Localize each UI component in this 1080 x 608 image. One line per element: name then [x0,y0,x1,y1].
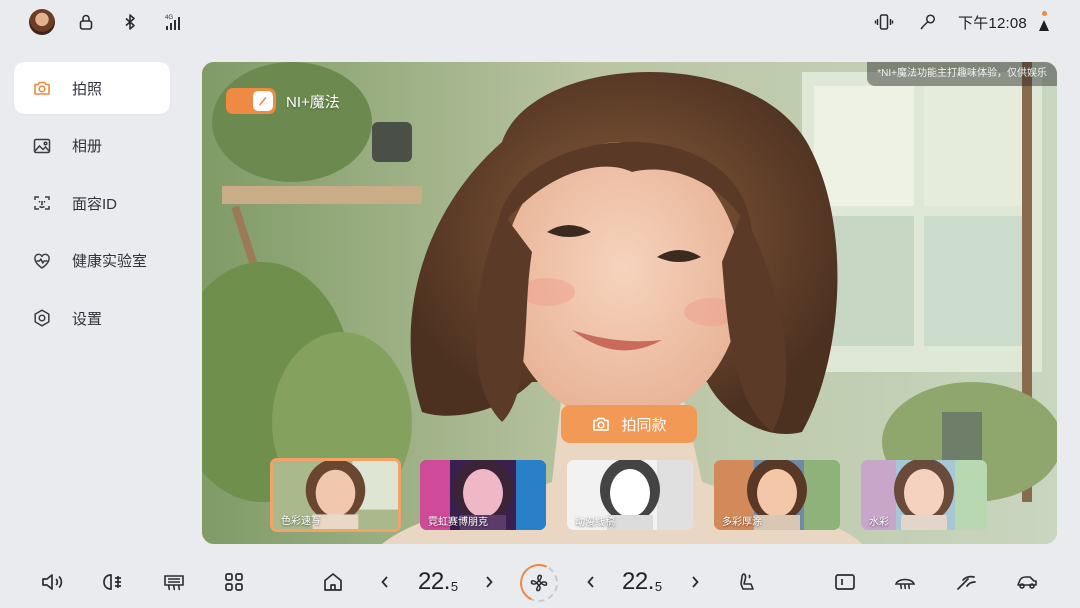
car-mode-icon[interactable] [1015,570,1039,594]
bottom-dock: 22.5 22.5 [0,556,1080,608]
microphone-off-icon[interactable] [918,12,938,32]
sidebar-item-settings[interactable]: 设置 [14,292,170,344]
navigation-arrow-icon [1038,11,1050,33]
style-label: 水彩 [869,517,889,528]
wiper-icon[interactable] [954,570,978,594]
style-thumbnail-colorful-impasto[interactable]: 多彩厚涂 [714,460,840,530]
style-thumbnail-neon-cyberpunk[interactable]: 霓虹赛博朋克 [420,460,546,530]
sidebar-item-health-lab[interactable]: 健康实验室 [14,235,170,287]
sidebar-item-label: 设置 [72,310,103,328]
style-thumbnail-anime-lineart[interactable]: 动漫线稿 [567,460,693,530]
ni-magic-label: NI+魔法 [286,93,340,111]
sidebar-item-label: 健康实验室 [72,253,148,270]
style-label: 多彩厚涂 [722,517,762,528]
style-label: 霓虹赛博朋克 [428,517,488,528]
heart-rate-icon [32,251,52,271]
camera-icon [593,417,610,431]
disclaimer-badge: *NI+魔法功能主打趣味体验，仅供娱乐 [867,62,1057,86]
avatar[interactable] [29,9,55,35]
take-same-style-label: 拍同款 [621,416,667,434]
style-thumbnail-watercolor[interactable]: 水彩 [861,460,987,530]
left-temp-decrease-button[interactable] [379,572,391,592]
signal-4g-icon: 4G [164,12,184,32]
right-temperature: 22.5 [622,568,662,595]
fan-button[interactable] [520,564,558,602]
settings-icon [32,308,52,328]
svg-text:4G: 4G [165,15,173,21]
apps-grid-icon[interactable] [222,570,246,594]
style-label: 色彩速写 [281,516,321,527]
vibrate-icon[interactable] [874,12,894,32]
style-label: 动漫线稿 [575,517,615,528]
style-thumbnail-strip: 色彩速写 霓虹赛博朋克 动漫线稿 多彩厚涂 水彩 [270,458,990,532]
rear-defrost-icon[interactable] [162,570,186,594]
take-same-style-button[interactable]: 拍同款 [561,405,697,443]
ni-magic-toggle[interactable] [226,88,276,114]
headlight-icon[interactable] [100,570,124,594]
style-thumbnail-color-sketch[interactable]: 色彩速写 [270,458,401,532]
front-defrost-icon[interactable] [893,570,917,594]
camera-icon [32,78,52,98]
magic-wand-icon [253,91,273,111]
left-temperature: 22.5 [418,568,458,595]
right-temp-increase-button[interactable] [689,572,701,592]
face-id-icon [32,193,52,213]
sidebar-item-label: 相册 [72,138,103,155]
sidebar-item-camera[interactable]: 拍照 [14,62,170,114]
sidebar-item-gallery[interactable]: 相册 [14,120,170,172]
clock: 下午12:08 [958,15,1027,32]
sidebar-item-label: 面容ID [72,195,118,213]
ni-magic-toggle-row: NI+魔法 [226,88,340,114]
sidebar-item-label: 拍照 [72,80,103,98]
status-bar: 4G 下午12:08 [0,0,1080,44]
sidebar-item-face-id[interactable]: 面容ID [14,177,170,229]
camera-preview: NI+魔法 *NI+魔法功能主打趣味体验，仅供娱乐 拍同款 色彩速写 霓虹赛博朋… [202,62,1057,544]
right-temp-decrease-button[interactable] [585,572,597,592]
volume-icon[interactable] [40,570,64,594]
bluetooth-icon[interactable] [120,12,140,32]
seat-heating-icon[interactable] [735,570,759,594]
sidebar: 拍照 相册 面容ID 健康实验室 设置 [14,62,170,350]
screen-icon[interactable] [833,570,857,594]
home-icon[interactable] [321,570,345,594]
lock-icon[interactable] [76,12,96,32]
fan-icon [530,574,548,592]
left-temp-increase-button[interactable] [483,572,495,592]
gallery-icon [32,136,52,156]
